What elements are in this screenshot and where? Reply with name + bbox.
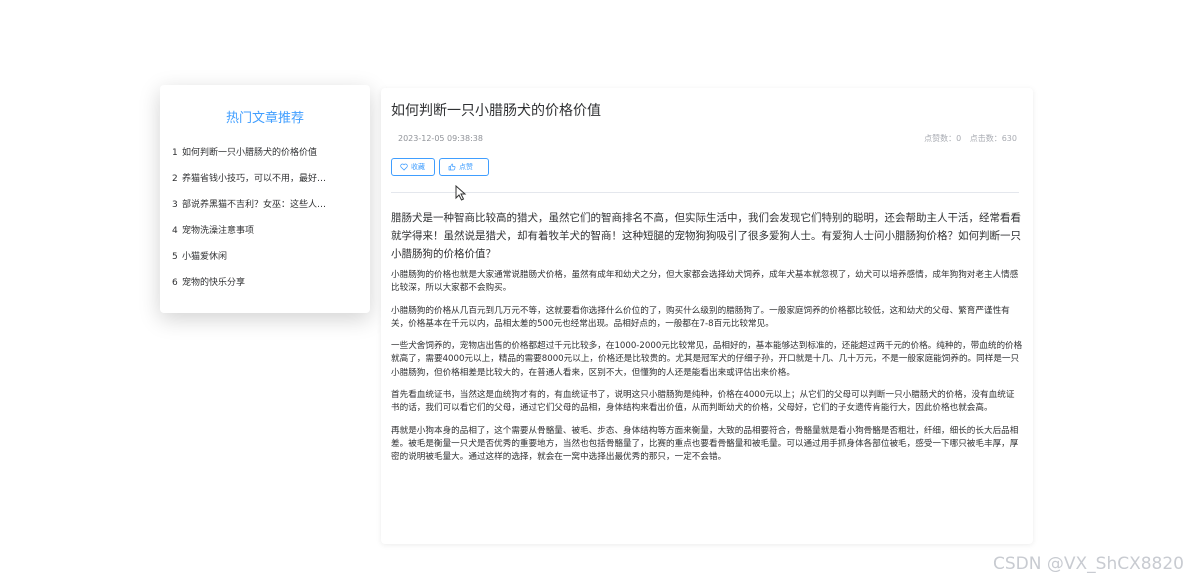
hot-article-label: 小猫爱休闲	[182, 252, 228, 262]
mouse-cursor-icon	[455, 185, 467, 201]
hot-article-item[interactable]: 3 部说养黑猫不吉利？女巫：这些人…	[172, 198, 340, 224]
view-count: 点击数：630	[969, 134, 1017, 143]
heart-icon	[400, 163, 408, 171]
article-paragraph: 一些犬舍饲养的，宠物店出售的价格都超过千元比较多，在1000-2000元比较常见…	[391, 341, 1023, 378]
like-label: 点赞	[459, 163, 473, 171]
hot-article-item[interactable]: 2 养猫省钱小技巧，可以不用，最好…	[172, 172, 340, 198]
hot-article-item[interactable]: 6 宠物的快乐分享	[172, 276, 340, 302]
like-button[interactable]: 点赞	[439, 158, 489, 176]
hot-article-number: 2	[172, 174, 178, 184]
article-intro: 腊肠犬是一种智商比较高的猎犬，虽然它们的智商排名不高，但实际生活中，我们会发现它…	[391, 212, 1021, 260]
article-stats: 点赞数：0 点击数：630	[918, 133, 1017, 144]
hot-article-number: 6	[172, 278, 178, 288]
hot-article-label: 如何判断一只小腊肠犬的价格价值	[182, 148, 318, 158]
article-card: 如何判断一只小腊肠犬的价格价值 2023-12-05 09:38:38 点赞数：…	[381, 88, 1033, 544]
article-paragraph: 小腊肠狗的价格从几百元到几万元不等，这就要看你选择什么价位的了，购买什么级别的腊…	[391, 305, 1010, 329]
article-paragraph: 再就是小狗本身的品相了，这个需要从骨骼量、被毛、步态、身体结构等方面来衡量，大致…	[391, 425, 1019, 463]
hot-article-item[interactable]: 1 如何判断一只小腊肠犬的价格价值	[172, 146, 340, 172]
favorite-label: 收藏	[411, 163, 425, 171]
hot-article-label: 养猫省钱小技巧，可以不用，最好…	[182, 174, 327, 184]
hot-article-label: 部说养黑猫不吉利？女巫：这些人…	[182, 200, 327, 210]
article-paragraph: 首先看血统证书，当然这是血统狗才有的，有血统证书了，说明这只小腊肠狗是纯种，价格…	[391, 390, 1015, 414]
hot-article-number: 5	[172, 252, 178, 262]
hot-articles-panel: 热门文章推荐 1 如何判断一只小腊肠犬的价格价值 2 养猫省钱小技巧，可以不用，最好…	[160, 85, 370, 313]
article-title: 如何判断一只小腊肠犬的价格价值	[391, 103, 601, 119]
article-date: 2023-12-05 09:38:38	[398, 134, 483, 143]
hot-article-number: 3	[172, 200, 178, 210]
hot-article-label: 宠物洗澡注意事项	[182, 226, 255, 236]
hot-articles-list: 1 如何判断一只小腊肠犬的价格价值 2 养猫省钱小技巧，可以不用，最好… 3 部说养黑…	[172, 146, 340, 302]
hot-articles-title: 热门文章推荐	[225, 111, 304, 126]
article-body: 腊肠犬是一种智商比较高的猎犬，虽然它们的智商排名不高，但实际生活中，我们会发现它…	[391, 209, 1023, 474]
like-count: 点赞数：0	[924, 134, 962, 143]
thumbs-up-icon	[448, 163, 456, 171]
divider	[391, 192, 1019, 193]
hot-article-number: 1	[172, 148, 178, 158]
hot-article-item[interactable]: 5 小猫爱休闲	[172, 250, 340, 276]
article-paragraph: 小腊肠狗的价格也就是大家通常说腊肠犬价格，虽然有成年和幼犬之分，但大家都会选择幼…	[391, 270, 1019, 294]
page: 热门文章推荐 1 如何判断一只小腊肠犬的价格价值 2 养猫省钱小技巧，可以不用，最好…	[0, 0, 1192, 580]
hot-article-item[interactable]: 4 宠物洗澡注意事项	[172, 224, 340, 250]
hot-article-label: 宠物的快乐分享	[182, 278, 246, 288]
watermark: CSDN @VX_ShCX8820	[993, 554, 1184, 574]
hot-article-number: 4	[172, 226, 178, 236]
favorite-button[interactable]: 收藏	[391, 158, 435, 176]
